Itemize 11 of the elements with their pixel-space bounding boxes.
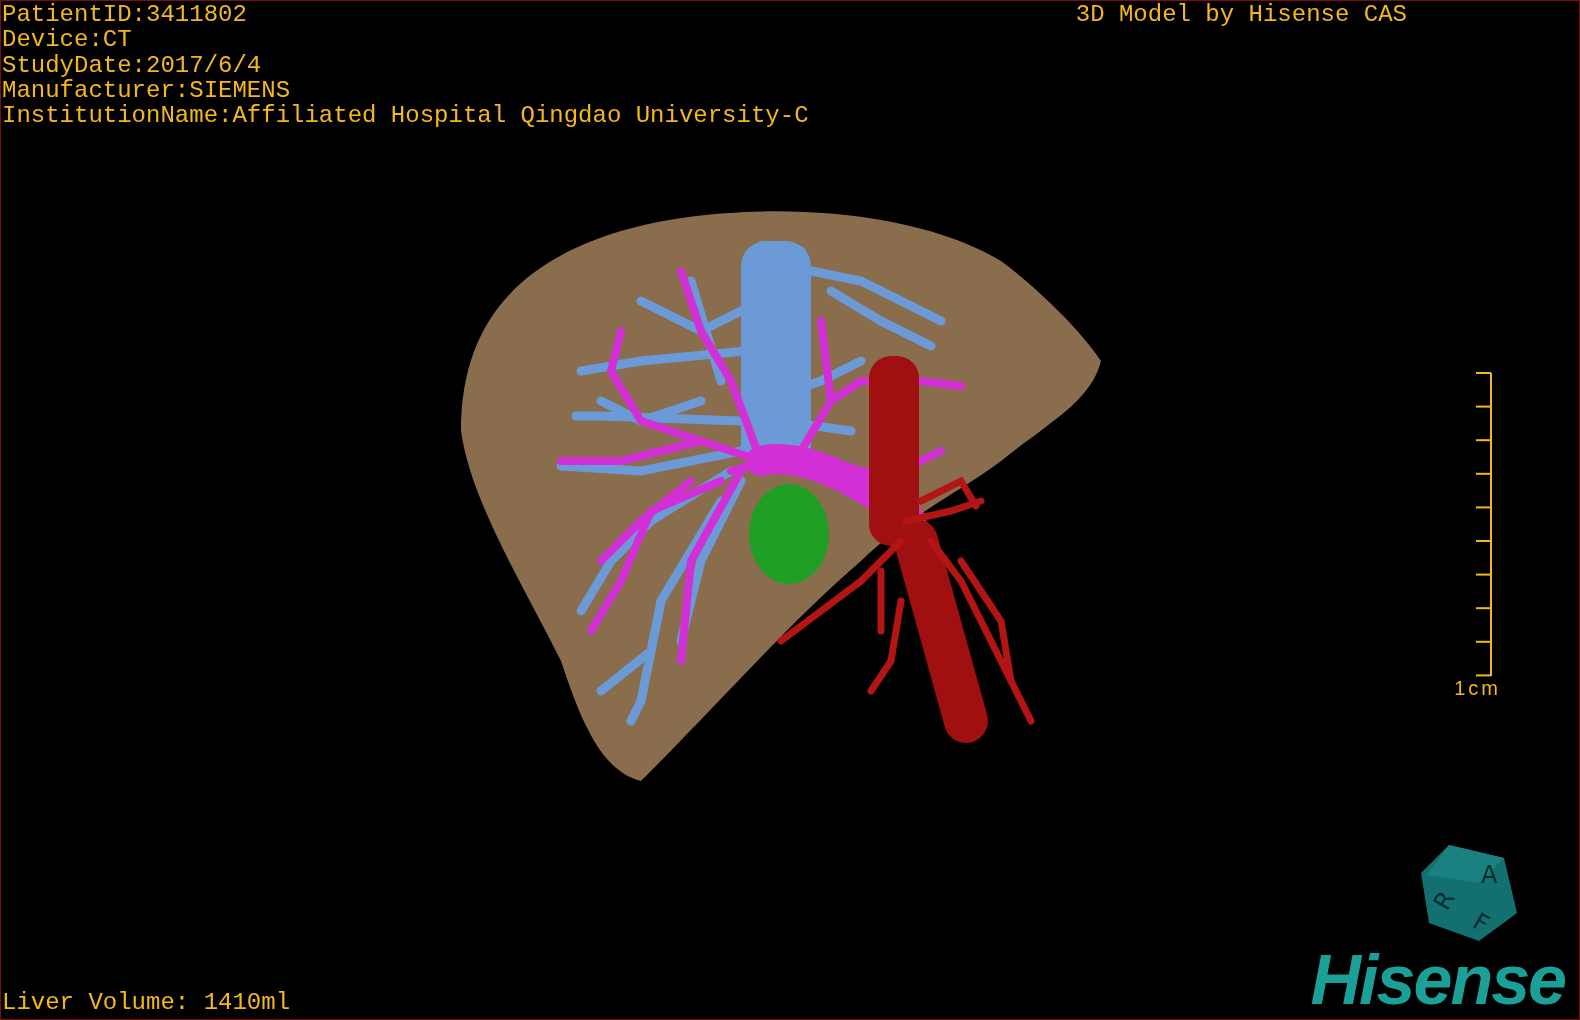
model-title: 3D Model by Hisense CAS [1075,2,1407,30]
patient-info-text: InstitutionName:Affiliated Hospital Qingdao University-C [2,103,809,129]
scale-bar-icon [1473,372,1493,678]
patient-info-text: Device:CT [2,27,133,53]
liver-volume-text: Liver Volume: 1410ml [2,989,291,1015]
orientation-cube[interactable]: A R F [1419,843,1519,943]
patient-info-text: Manufacturer:SIEMENS [2,77,292,104]
brand-logo: Hisense [1310,945,1566,1015]
scale-label: 1cm [1454,677,1501,701]
patient-info-text: PatientID:3411802 [2,2,248,28]
patient-info-text: StudyDate:2017/6/4 [2,52,263,78]
